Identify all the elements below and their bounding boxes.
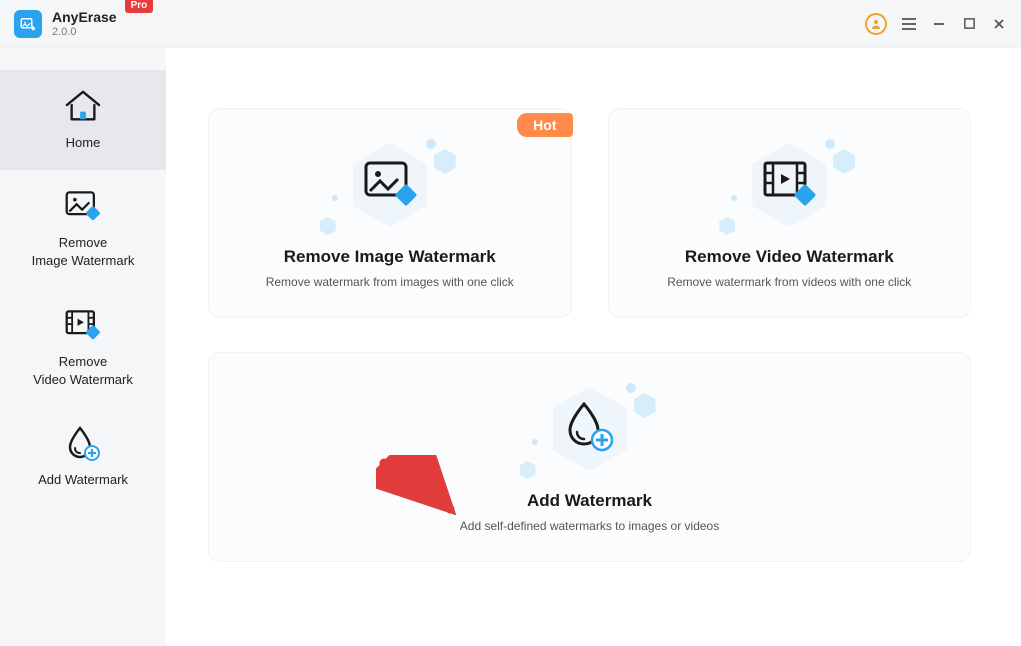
menu-icon[interactable] [901,16,917,32]
sidebar-item-add-watermark[interactable]: Add Watermark [0,407,166,507]
app-titles: AnyErase 2.0.0 [52,10,117,38]
card-subtitle: Add self-defined watermarks to images or… [229,519,950,533]
app-name: AnyErase [52,10,117,24]
user-icon[interactable] [865,13,887,35]
app-logo [14,10,42,38]
card-title: Remove Image Watermark [229,247,551,267]
sidebar: Home RemoveImage Watermark RemoveVideo W… [0,48,166,646]
card-icon-remove-image [229,139,551,231]
content: Home RemoveImage Watermark RemoveVideo W… [0,48,1021,646]
cards-row-2: Add Watermark Add self-defined watermark… [208,352,971,562]
hot-badge: Hot [517,113,572,137]
pro-badge: Pro [125,0,154,13]
image-erase-icon [64,186,102,226]
app-version: 2.0.0 [52,26,117,38]
main-area: Hot Remove Image Watermark Remove waterm… [166,48,1021,646]
video-erase-icon [64,305,102,345]
card-icon-add-watermark [229,383,950,475]
sidebar-item-label: RemoveVideo Watermark [33,353,133,389]
card-subtitle: Remove watermark from images with one cl… [229,275,551,289]
sidebar-item-home[interactable]: Home [0,70,166,170]
card-remove-video-watermark[interactable]: Remove Video Watermark Remove watermark … [608,108,972,318]
maximize-icon[interactable] [961,16,977,32]
card-subtitle: Remove watermark from videos with one cl… [629,275,951,289]
card-icon-remove-video [629,139,951,231]
sidebar-item-label: Add Watermark [38,471,128,489]
card-title: Add Watermark [229,491,950,511]
sidebar-item-label: RemoveImage Watermark [32,234,135,270]
sidebar-item-remove-image[interactable]: RemoveImage Watermark [0,170,166,288]
drop-plus-icon [66,423,100,463]
close-icon[interactable] [991,16,1007,32]
home-icon [63,86,103,126]
card-remove-image-watermark[interactable]: Hot Remove Image Watermark Remove waterm… [208,108,572,318]
cards-row-1: Hot Remove Image Watermark Remove waterm… [208,108,971,318]
card-title: Remove Video Watermark [629,247,951,267]
minimize-icon[interactable] [931,16,947,32]
sidebar-item-label: Home [66,134,101,152]
titlebar-right [865,13,1007,35]
card-add-watermark[interactable]: Add Watermark Add self-defined watermark… [208,352,971,562]
sidebar-item-remove-video[interactable]: RemoveVideo Watermark [0,289,166,407]
titlebar: AnyErase 2.0.0 Pro [0,0,1021,48]
